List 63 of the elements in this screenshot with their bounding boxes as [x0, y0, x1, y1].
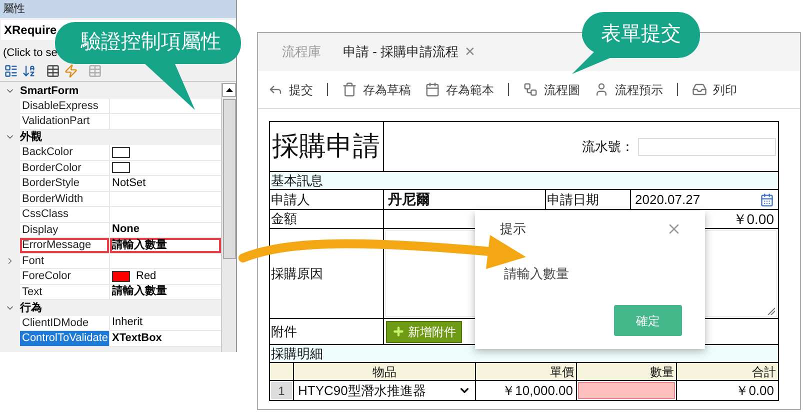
property-value: 請輸入數量 — [112, 284, 167, 300]
toolbar-button[interactable]: 存為範本 — [425, 80, 494, 98]
category-label: 外觀 — [20, 130, 42, 145]
property-value: 請輸入數量 — [112, 238, 167, 253]
date-field[interactable]: 2020.07.27 — [635, 190, 700, 210]
form-label: 申請人 — [271, 190, 310, 209]
property-name[interactable]: BorderColor — [20, 160, 110, 176]
form-label: 流水號： — [582, 138, 634, 156]
column-header: 合計 — [752, 364, 776, 380]
amount-value: ￥0.00 — [732, 210, 774, 228]
column-header: 單價 — [550, 364, 574, 380]
dialog-title: 提示 — [500, 220, 526, 238]
value-cell[interactable]: None — [110, 222, 221, 238]
form-label: 附件 — [271, 322, 297, 341]
property-name[interactable]: ValidationPart — [20, 114, 110, 130]
column-header: 物品 — [372, 364, 396, 380]
form-label: 金額 — [271, 210, 297, 228]
callout-text: 表單提交 — [601, 24, 682, 44]
property-name[interactable]: CssClass — [20, 207, 110, 222]
property-value: XTextBox — [112, 330, 162, 346]
form-label: 採購原因 — [271, 264, 323, 283]
section-header: 基本訊息 — [271, 172, 323, 190]
value-cell[interactable]: 請輸入數量 — [110, 284, 221, 300]
property-name[interactable]: Text — [20, 284, 110, 300]
toolbar-button[interactable]: 列印 — [692, 80, 737, 98]
property-value: NotSet — [112, 176, 146, 191]
price-value: ￥10,000.00 — [502, 382, 573, 400]
dialog-message: 請輸入數量 — [504, 264, 570, 282]
property-value: Inherit — [112, 315, 143, 330]
value-cell[interactable]: NotSet — [110, 176, 221, 192]
property-name[interactable]: ControlToValidate — [20, 331, 110, 346]
section-header: 採購明細 — [271, 344, 323, 363]
toolbar-button[interactable]: 流程預示 — [594, 80, 663, 98]
property-value: None — [112, 222, 140, 238]
column-header: 數量 — [650, 364, 674, 380]
form-label: 申請日期 — [547, 190, 599, 209]
property-name[interactable]: ClientIDMode — [20, 316, 110, 331]
property-name[interactable]: Font — [20, 254, 110, 269]
form-title: 採購申請 — [272, 130, 380, 164]
property-value: Red — [136, 268, 156, 284]
value-cell[interactable]: Red — [110, 269, 221, 284]
value-cell[interactable]: Inherit — [110, 316, 221, 331]
toolbar-button[interactable]: 流程圖 — [523, 80, 580, 98]
panel-title: 屬性 — [0, 0, 236, 18]
toolbar-button[interactable]: 提交 — [268, 80, 313, 98]
category-label: SmartForm — [20, 84, 79, 98]
property-name[interactable]: Display — [20, 222, 110, 238]
category-label: 行為 — [20, 300, 42, 316]
toolbar-button[interactable]: 存為草稿 — [342, 80, 411, 98]
property-name[interactable]: DisableExpress — [20, 98, 110, 114]
property-name[interactable]: BorderWidth — [20, 192, 110, 207]
property-name[interactable]: BackColor — [20, 145, 110, 160]
item-select[interactable]: HTYC90型潛水推進器 — [298, 380, 426, 400]
value-cell[interactable]: 請輸入數量 — [110, 238, 221, 254]
property-name[interactable]: ErrorMessage — [20, 238, 110, 254]
applicant-value: 丹尼爾 — [388, 190, 430, 209]
property-name[interactable]: ForeColor — [20, 269, 110, 284]
total-value: ￥0.00 — [736, 382, 774, 400]
hint-text: (Click to se — [3, 46, 58, 61]
value-cell[interactable]: XTextBox — [110, 331, 221, 346]
tab[interactable]: 申請 - 採購申請流程 ✕ — [343, 42, 476, 62]
row-number: 1 — [271, 382, 292, 399]
property-name[interactable]: BorderStyle — [20, 176, 110, 192]
